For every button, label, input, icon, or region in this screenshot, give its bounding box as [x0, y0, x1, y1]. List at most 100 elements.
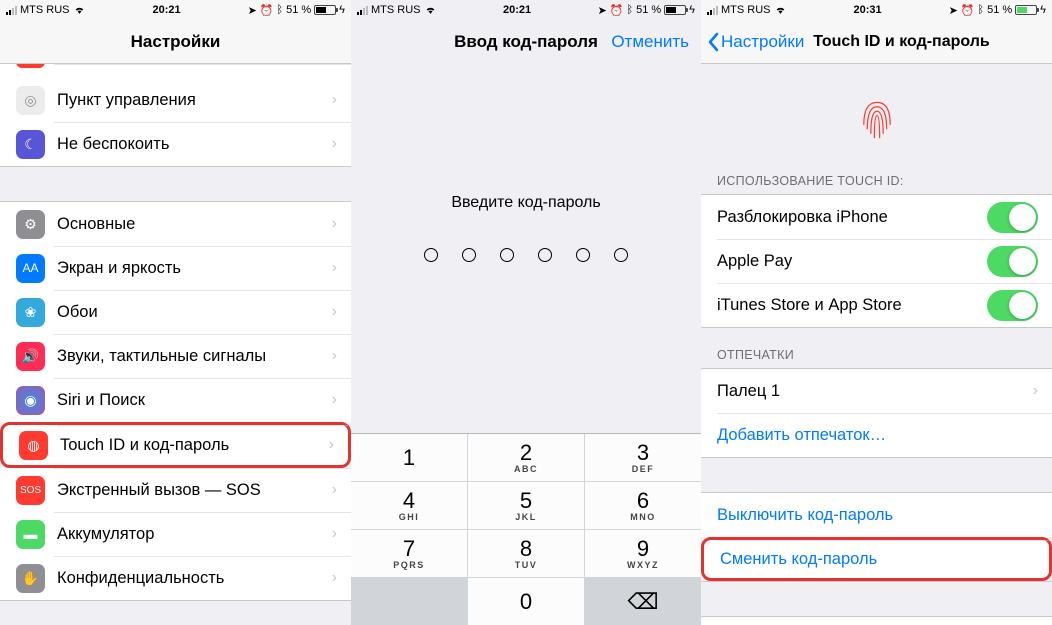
settings-row-siri[interactable]: ◉ Siri и Поиск › [0, 378, 351, 422]
settings-row-wallpaper[interactable]: ❀ Обои › [0, 290, 351, 334]
charging-icon: ϟ [339, 4, 345, 16]
chevron-right-icon: › [332, 91, 337, 109]
settings-row-partial[interactable] [0, 64, 351, 78]
wifi-icon [73, 5, 86, 15]
fingerprint-icon [855, 98, 899, 142]
cancel-button[interactable]: Отменить [611, 32, 689, 52]
toggle-row-unlock: Разблокировка iPhone [701, 195, 1052, 239]
status-time: 20:21 [437, 4, 598, 16]
gear-icon: ⚙ [16, 210, 45, 239]
alarm-icon: ⏰ [260, 4, 274, 17]
bluetooth-icon: ᛒ [276, 4, 283, 16]
settings-row-general[interactable]: ⚙ Основные › [0, 202, 351, 246]
chevron-right-icon: › [332, 135, 337, 153]
settings-screen: MTS RUS 20:21 ➤ ⏰ ᛒ 51 % ϟ Настройки ◎ П… [0, 0, 351, 625]
chevron-right-icon: › [332, 481, 337, 499]
battery-icon [664, 5, 686, 15]
fingerprint-icon: ◍ [19, 431, 48, 460]
app-icon [16, 64, 45, 68]
change-passcode-row[interactable]: Сменить код-пароль [701, 537, 1052, 581]
toggle-switch[interactable] [987, 246, 1038, 277]
settings-row-control-center[interactable]: ◎ Пункт управления › [0, 78, 351, 122]
settings-row-display[interactable]: AA Экран и яркость › [0, 246, 351, 290]
page-title: Ввод код-пароля [454, 32, 598, 52]
hand-icon: ✋ [16, 564, 45, 593]
chevron-right-icon: › [332, 525, 337, 543]
carrier-label: MTS RUS [20, 4, 70, 16]
key-2[interactable]: 2ABC [468, 434, 584, 481]
settings-row-privacy[interactable]: ✋ Конфиденциальность › [0, 556, 351, 600]
battery-pct: 51 % [987, 4, 1012, 16]
toggle-switch[interactable] [987, 290, 1038, 321]
navbar: Настройки [0, 20, 351, 64]
passcode-prompt: Введите код-пароль [351, 194, 701, 212]
bluetooth-icon: ᛒ [626, 4, 633, 16]
wifi-icon [424, 5, 437, 15]
require-passcode-row[interactable]: Запрос код-пароля Сразу › [701, 617, 1052, 625]
wallpaper-icon: ❀ [16, 298, 45, 327]
key-7[interactable]: 7PQRS [351, 530, 467, 577]
chevron-right-icon: › [332, 303, 337, 321]
status-time: 20:21 [86, 4, 248, 16]
navbar: Ввод код-пароля Отменить [351, 20, 701, 64]
sos-icon: SOS [16, 476, 45, 505]
numeric-keypad: 1 2ABC 3DEF 4GHI 5JKL 6MNO 7PQRS 8TUV 9W… [351, 433, 701, 625]
key-6[interactable]: 6MNO [585, 482, 701, 529]
location-icon: ➤ [949, 4, 958, 17]
carrier-label: MTS RUS [721, 4, 771, 16]
settings-row-sounds[interactable]: 🔊 Звуки, тактильные сигналы › [0, 334, 351, 378]
sound-icon: 🔊 [16, 342, 45, 371]
signal-icon [357, 6, 368, 15]
passcode-entry-screen: MTS RUS 20:21 ➤ ⏰ ᛒ 51 % ϟ Ввод код-паро… [351, 0, 701, 625]
key-blank [351, 578, 467, 625]
page-title: Настройки [131, 32, 221, 52]
settings-row-sos[interactable]: SOS Экстренный вызов — SOS › [0, 468, 351, 512]
settings-row-touchid[interactable]: ◍ Touch ID и код-пароль › [0, 422, 351, 468]
signal-icon [6, 6, 17, 15]
chevron-left-icon [707, 32, 719, 52]
status-bar: MTS RUS 20:31 ➤ ⏰ ᛒ 51 % ϟ [701, 0, 1052, 20]
bluetooth-icon: ᛒ [977, 4, 984, 16]
location-icon: ➤ [598, 4, 607, 17]
add-fingerprint-row[interactable]: Добавить отпечаток… [701, 413, 1052, 457]
touchid-settings-screen: MTS RUS 20:31 ➤ ⏰ ᛒ 51 % ϟ Настройки Tou… [701, 0, 1052, 625]
chevron-right-icon: › [332, 259, 337, 277]
moon-icon: ☾ [16, 130, 45, 159]
chevron-right-icon: › [329, 436, 334, 454]
alarm-icon: ⏰ [610, 4, 624, 17]
siri-icon: ◉ [16, 386, 45, 415]
key-4[interactable]: 4GHI [351, 482, 467, 529]
location-icon: ➤ [248, 4, 257, 17]
charging-icon: ϟ [1040, 4, 1046, 16]
battery-pct: 51 % [286, 4, 311, 16]
chevron-right-icon: › [332, 347, 337, 365]
settings-row-dnd[interactable]: ☾ Не беспокоить › [0, 122, 351, 166]
battery-icon [314, 5, 336, 15]
key-9[interactable]: 9WXYZ [585, 530, 701, 577]
back-button[interactable]: Настройки [707, 32, 804, 52]
key-5[interactable]: 5JKL [468, 482, 584, 529]
navbar: Настройки Touch ID и код-пароль [701, 20, 1052, 64]
backspace-icon: ⌫ [627, 591, 658, 613]
key-8[interactable]: 8TUV [468, 530, 584, 577]
toggle-switch[interactable] [987, 202, 1038, 233]
key-0[interactable]: 0 [468, 578, 584, 625]
signal-icon [707, 6, 718, 15]
chevron-right-icon: › [1033, 382, 1038, 400]
toggle-row-itunes: iTunes Store и App Store [701, 283, 1052, 327]
section-header: ИСПОЛЬЗОВАНИЕ TOUCH ID: [701, 154, 1052, 194]
key-backspace[interactable]: ⌫ [585, 578, 701, 625]
wifi-icon [774, 5, 787, 15]
key-1[interactable]: 1 [351, 434, 467, 481]
status-time: 20:31 [787, 4, 949, 16]
toggle-row-applepay: Apple Pay [701, 239, 1052, 283]
battery-pct: 51 % [636, 4, 661, 16]
key-3[interactable]: 3DEF [585, 434, 701, 481]
display-icon: AA [16, 254, 45, 283]
fingerprint-row[interactable]: Палец 1 › [701, 369, 1052, 413]
status-bar: MTS RUS 20:21 ➤ ⏰ ᛒ 51 % ϟ [351, 0, 701, 20]
turn-off-passcode-row[interactable]: Выключить код-пароль [701, 493, 1052, 537]
chevron-right-icon: › [332, 569, 337, 587]
battery-row-icon: ▬ [16, 520, 45, 549]
settings-row-battery[interactable]: ▬ Аккумулятор › [0, 512, 351, 556]
